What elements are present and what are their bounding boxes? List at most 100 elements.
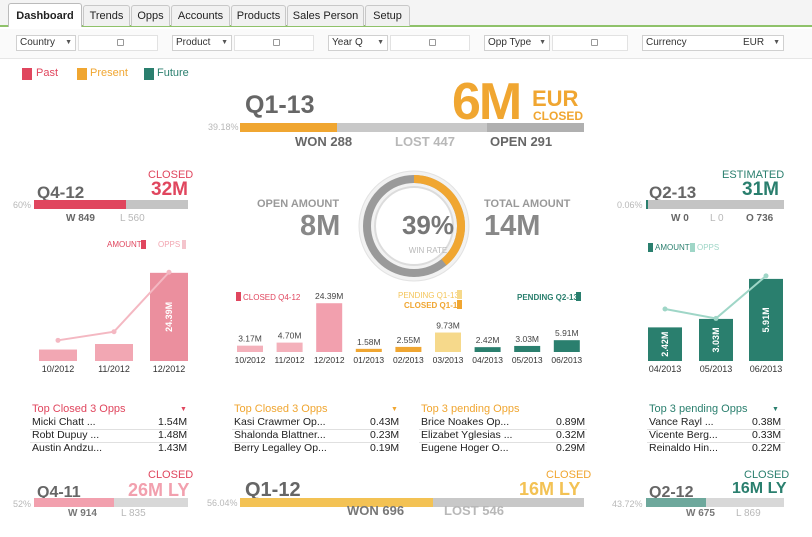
footer-right-pct: 43.72% — [612, 499, 643, 509]
list-future-row-1-name[interactable]: Vance Rayl ... — [649, 416, 714, 428]
right-legend-opps-swatch — [690, 243, 695, 252]
footer-left-pct: 52% — [13, 499, 32, 509]
amount-bar — [39, 349, 77, 361]
x-tick-label: 05/2013 — [700, 364, 733, 374]
month-bar — [553, 340, 580, 352]
center-legend-closed-q113-swatch — [457, 300, 462, 309]
list-past-row-1-value: 1.54M — [158, 416, 188, 428]
list-future-title: Top 3 pending Opps — [649, 403, 748, 415]
list-present-closed-title: Top Closed 3 Opps — [234, 403, 328, 415]
list-future-row-2-value: 0.33M — [752, 429, 782, 441]
x-tick-label: 10/2012 — [235, 355, 266, 365]
list-present-pending-title: Top 3 pending Opps — [421, 403, 520, 415]
x-tick-label: 12/2012 — [153, 364, 186, 374]
x-tick-label: 05/2013 — [512, 355, 543, 365]
past-months-chart: 10/2012 11/2012 12/2012 24.39M — [39, 269, 188, 374]
left-legend-opps-swatch — [182, 240, 186, 249]
opps-point — [662, 306, 668, 312]
opps-point — [111, 329, 117, 335]
win-rate-value: 39% — [401, 210, 455, 240]
center-legend-pending-q213: PENDING Q2-13 — [517, 293, 578, 302]
data-label: 5.91M — [761, 307, 771, 332]
month-bar — [237, 345, 263, 352]
data-label: 2.42M — [660, 332, 670, 357]
footer-center-lost: LOST 546 — [444, 503, 504, 518]
x-tick-label: 10/2012 — [42, 364, 75, 374]
right-legend-amount-swatch — [648, 243, 653, 252]
x-tick-label: 06/2013 — [551, 355, 582, 365]
x-tick-label: 12/2012 — [314, 355, 345, 365]
center-legend-closed-q412-swatch — [236, 292, 241, 301]
list-present-pending-row-3-name[interactable]: Eugene Hoger O... — [421, 442, 509, 454]
list-present-closed-row-2-value: 0.23M — [370, 429, 400, 441]
month-bar — [514, 345, 541, 352]
center-legend-closed-q412: CLOSED Q4-12 — [243, 293, 301, 302]
month-bar — [276, 342, 303, 352]
month-bar — [395, 346, 422, 352]
right-legend-amount: AMOUNT — [655, 243, 690, 252]
list-present-closed-row-1-value: 0.43M — [370, 416, 400, 428]
data-label: 4.70M — [278, 331, 302, 341]
list-present-pending-row-1-value: 0.89M — [556, 416, 586, 428]
list-past-row-1-name[interactable]: Micki Chatt ... — [32, 416, 96, 428]
list-present-closed-row-1-name[interactable]: Kasi Crawmer Op... — [234, 416, 326, 428]
list-past-title: Top Closed 3 Opps — [32, 403, 126, 415]
data-label: 2.42M — [476, 335, 500, 345]
x-tick-label: 06/2013 — [750, 364, 783, 374]
center-legend-pending-q113: PENDING Q1-13 — [398, 291, 459, 300]
chevron-down-icon[interactable]: ▼ — [772, 406, 779, 413]
list-past-row-2-value: 1.48M — [158, 429, 188, 441]
win-rate-label: WIN RATE — [408, 246, 448, 255]
list-present-pending-row-1-name[interactable]: Brice Noakes Op... — [421, 416, 509, 428]
data-label: 3.17M — [238, 334, 262, 344]
list-future-row-2-name[interactable]: Vicente Berg... — [649, 429, 718, 441]
x-tick-label: 11/2012 — [275, 355, 305, 365]
x-tick-label: 11/2012 — [98, 364, 130, 374]
month-bar — [435, 332, 461, 352]
footer-right-won-bar — [646, 498, 706, 507]
data-label: 9.73M — [436, 321, 460, 331]
footer-left-lost: L 835 — [121, 508, 146, 519]
list-present-closed-row-3-name[interactable]: Berry Legalley Op... — [234, 442, 327, 454]
opps-point — [763, 273, 769, 279]
left-legend-amount: AMOUNT — [107, 240, 142, 249]
data-label: 2.55M — [397, 335, 421, 345]
footer-center-won: WON 696 — [347, 503, 405, 518]
data-label: 24.39M — [315, 291, 343, 301]
future-months-chart: 04/2013 2.42M 05/2013 3.03M 06/2013 5.91M — [648, 273, 783, 374]
list-present-closed-row-3-value: 0.19M — [370, 442, 400, 454]
x-tick-label: 04/2013 — [472, 355, 503, 365]
list-present-pending-row-2-value: 0.32M — [556, 429, 586, 441]
list-past-row-3-value: 1.43M — [158, 442, 188, 454]
center-legend-closed-q113: CLOSED Q1-13 — [404, 301, 462, 310]
amount-bar — [95, 344, 133, 361]
footer-left-won-bar — [34, 498, 114, 507]
list-future-row-3-name[interactable]: Reinaldo Hin... — [649, 442, 718, 454]
left-legend-opps: OPPS — [158, 240, 181, 249]
month-bar — [316, 303, 343, 352]
footer-left-won: W 914 — [68, 508, 97, 519]
footer-center-amount: 16M LY — [519, 479, 581, 499]
list-past-row-3-name[interactable]: Austin Andzu... — [32, 442, 102, 454]
chevron-down-icon[interactable]: ▼ — [391, 406, 398, 413]
opps-point — [166, 269, 172, 275]
data-label: 3.03M — [711, 327, 721, 352]
data-label: 24.39M — [164, 302, 174, 332]
x-tick-label: 01/2013 — [353, 355, 384, 365]
chevron-down-icon[interactable]: ▼ — [180, 406, 187, 413]
list-present-pending-row-3-value: 0.29M — [556, 442, 586, 454]
footer-right-lost: L 869 — [736, 508, 761, 519]
footer-center-pct: 56.04% — [207, 498, 238, 508]
center-legend-pending-q213-swatch — [576, 292, 581, 301]
opps-point — [713, 315, 719, 321]
list-present-closed-row-2-name[interactable]: Shalonda Blattner... — [234, 429, 326, 441]
list-past-row-2-name[interactable]: Robt Dupuy ... — [32, 429, 99, 441]
x-tick-label: 02/2013 — [393, 355, 424, 365]
footer-right-amount: 16M LY — [732, 480, 787, 497]
list-present-pending-row-2-name[interactable]: Elizabet Yglesias ... — [421, 429, 512, 441]
dashboard-graphics: 10/2012 11/2012 12/2012 24.39M 3.17M 10/2012… — [39, 170, 783, 374]
footer-right-won: W 675 — [686, 508, 715, 519]
data-label: 3.03M — [515, 334, 539, 344]
left-legend-amount-swatch — [141, 240, 146, 249]
list-future-row-3-value: 0.22M — [752, 442, 782, 454]
